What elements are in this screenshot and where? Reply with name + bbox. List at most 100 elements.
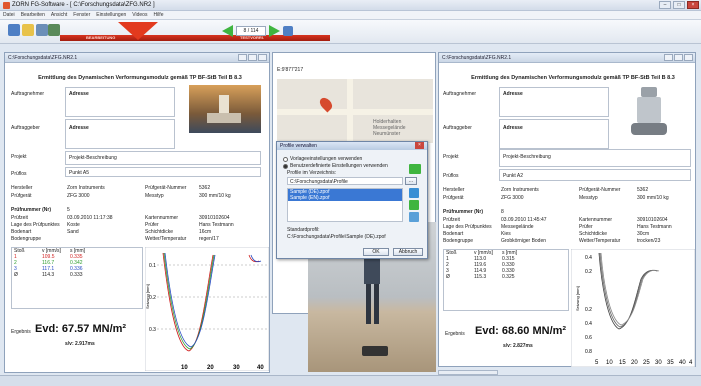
menu-item-ansicht[interactable]: Ansicht: [48, 11, 70, 19]
dialog-close-button[interactable]: ×: [415, 142, 424, 149]
x-tick-label: 25: [643, 360, 650, 366]
close-button[interactable]: ×: [687, 1, 699, 9]
sv-result: s/v: 2.827ms: [503, 343, 533, 349]
auftraggeber-box: Adresse: [65, 119, 175, 149]
add-profile-icon[interactable]: [409, 164, 421, 174]
bodenart-label: Bodenart: [11, 229, 32, 235]
y-tick-label: 0.1: [149, 263, 156, 269]
right-window-title: C:\Forschungsdata\ZFG.NR2.1: [442, 55, 512, 61]
table-cell: 0.333: [70, 272, 83, 278]
evd-result: Evd: 67.57 MN/m²: [35, 323, 127, 335]
menu-item-videos[interactable]: Videos: [129, 11, 150, 19]
cancel-button[interactable]: Abbruch: [393, 248, 423, 256]
pruefer-value: Hans Testmann: [637, 224, 672, 230]
bodengruppe-value: Grobkörniger Boden: [501, 238, 547, 244]
refresh-icon[interactable]: [283, 26, 293, 36]
browse-button[interactable]: ...: [405, 177, 417, 185]
pruefer-label: Prüfer: [579, 224, 593, 230]
prueflos-label: Prüflos: [443, 173, 459, 179]
location-map[interactable]: Holderhalten Messegelände Neumünster: [277, 79, 433, 143]
pruefgeraet-value: ZFG 3000: [501, 195, 524, 201]
projekt-label: Projekt: [11, 154, 27, 160]
edit-profile-icon[interactable]: [409, 188, 419, 198]
x-tick-label: 20: [631, 360, 638, 366]
x-tick-label: 30: [233, 365, 240, 371]
prueflos-value: Punkt A2: [503, 173, 524, 179]
menu-item-fenster[interactable]: Fenster: [70, 11, 93, 19]
ergebnis-label: Ergebnis: [11, 329, 31, 335]
x-tick-label: 40: [257, 365, 264, 371]
schichtdicke-label: Schichtdicke: [579, 231, 608, 237]
sv-result: s/v: 2.917ms: [65, 341, 95, 347]
next-record-icon[interactable]: [269, 25, 280, 37]
export-icon[interactable]: [48, 24, 60, 36]
hersteller-label: Hersteller: [11, 185, 33, 191]
report-heading: Ermittlung des Dynamischen Verformungsmo…: [38, 75, 242, 81]
table-cell: 0.325: [502, 274, 515, 280]
evd-result: Evd: 68.60 MN/m²: [475, 325, 567, 337]
radio-checked-icon[interactable]: [283, 163, 288, 169]
prueflos-value: Punkt A5: [69, 170, 90, 176]
pruefgeraet-value: ZFG 3000: [67, 193, 90, 199]
y-tick-label: 0.2: [149, 295, 156, 301]
wetter-label: Wetter/Temperatur: [579, 238, 621, 244]
apply-profile-icon[interactable]: [409, 200, 419, 210]
right-max-button[interactable]: [674, 54, 683, 61]
profile-path-input[interactable]: C:\Forschungsdata\Profile: [287, 177, 403, 185]
table-cell: Ø: [14, 272, 18, 278]
print-icon[interactable]: [36, 24, 48, 36]
left-close-button[interactable]: [258, 54, 267, 61]
messtyp-value: 300 mm/10 kg: [637, 195, 669, 201]
radio-unchecked-icon[interactable]: [283, 156, 288, 162]
page-indicator[interactable]: 8 / 114: [236, 26, 266, 36]
auftraggeber-box: Adresse: [499, 119, 609, 149]
copy-profile-icon[interactable]: [409, 212, 419, 222]
dialog-titlebar: Profile verwalten ×: [277, 142, 427, 150]
save-icon[interactable]: [8, 24, 20, 36]
lage-label: Lage des Prüfpunktes: [443, 224, 492, 230]
pruefzeit-label: Prüfzeit: [443, 217, 460, 223]
left-max-button[interactable]: [248, 54, 257, 61]
y-tick-label: 0.4: [585, 255, 592, 261]
x-tick-label: 30: [655, 360, 662, 366]
left-report-window: C:\Forschungsdata\ZFG.NR2.1 Ermittlung d…: [4, 52, 270, 373]
menu-item-hilfe[interactable]: Hilfe: [150, 11, 166, 19]
bodenart-value: Sand: [67, 229, 79, 235]
messtyp-label: Messtyp: [145, 193, 164, 199]
mode-left-label: BEARBEITUNG: [86, 35, 116, 40]
y-axis-label: Setzung [mm]: [145, 284, 150, 309]
maximize-button[interactable]: □: [673, 1, 685, 9]
menu-item-einstellungen[interactable]: Einstellungen: [93, 11, 129, 19]
down-arrow-icon[interactable]: [118, 22, 158, 40]
radio-benutzer[interactable]: Benutzerdefinierte Einstellungen verwend…: [283, 163, 388, 169]
pruefgeraet-nummer-label: Prüfgerät-Nummer: [579, 187, 621, 193]
radio-vorlage[interactable]: Vorlageeinstellungen verwenden: [283, 156, 362, 162]
minimize-button[interactable]: –: [659, 1, 671, 9]
standard-profile-value: C:\Forschungsdata\Profile\Sample (DE).zp…: [287, 234, 386, 240]
ok-button[interactable]: OK: [363, 248, 389, 256]
pruefgeraet-nummer-value: 5362: [199, 185, 211, 191]
auftragnehmer-label: Auftragnehmer: [443, 91, 477, 97]
right-close-button[interactable]: [684, 54, 693, 61]
wetter-label: Wetter/Temperatur: [145, 236, 187, 242]
record-navigator: 8 / 114: [222, 25, 293, 37]
left-min-button[interactable]: [238, 54, 247, 61]
auftraggeber-value: Adresse: [69, 125, 89, 131]
menu-item-datei[interactable]: Datei: [0, 11, 18, 19]
y-tick-label: 0.8: [585, 349, 592, 355]
list-item[interactable]: Sample (EN).zpof: [288, 195, 402, 201]
pruefgeraet-label: Prüfgerät: [443, 195, 464, 201]
profiles-dialog: Profile verwalten × Vorlageeinstellungen…: [276, 141, 428, 259]
kartennummer-label: Kartennummer: [145, 215, 179, 221]
table-cell: 115.3: [474, 274, 487, 280]
left-window-titlebar: C:\Forschungsdata\ZFG.NR2.1: [5, 53, 269, 63]
kartennummer-label: Kartennummer: [579, 217, 613, 223]
auftragnehmer-box: Adresse: [499, 87, 609, 117]
previous-record-icon[interactable]: [222, 25, 233, 37]
menu-item-bearbeiten[interactable]: Bearbeiten: [18, 11, 48, 19]
open-folder-icon[interactable]: [22, 24, 34, 36]
lage-label: Lage des Prüfpunktes: [11, 222, 60, 228]
right-min-button[interactable]: [664, 54, 673, 61]
profile-list[interactable]: Sample (DE).zpof Sample (EN).zpof: [287, 188, 403, 222]
x-tick-label: 40: [679, 360, 686, 366]
